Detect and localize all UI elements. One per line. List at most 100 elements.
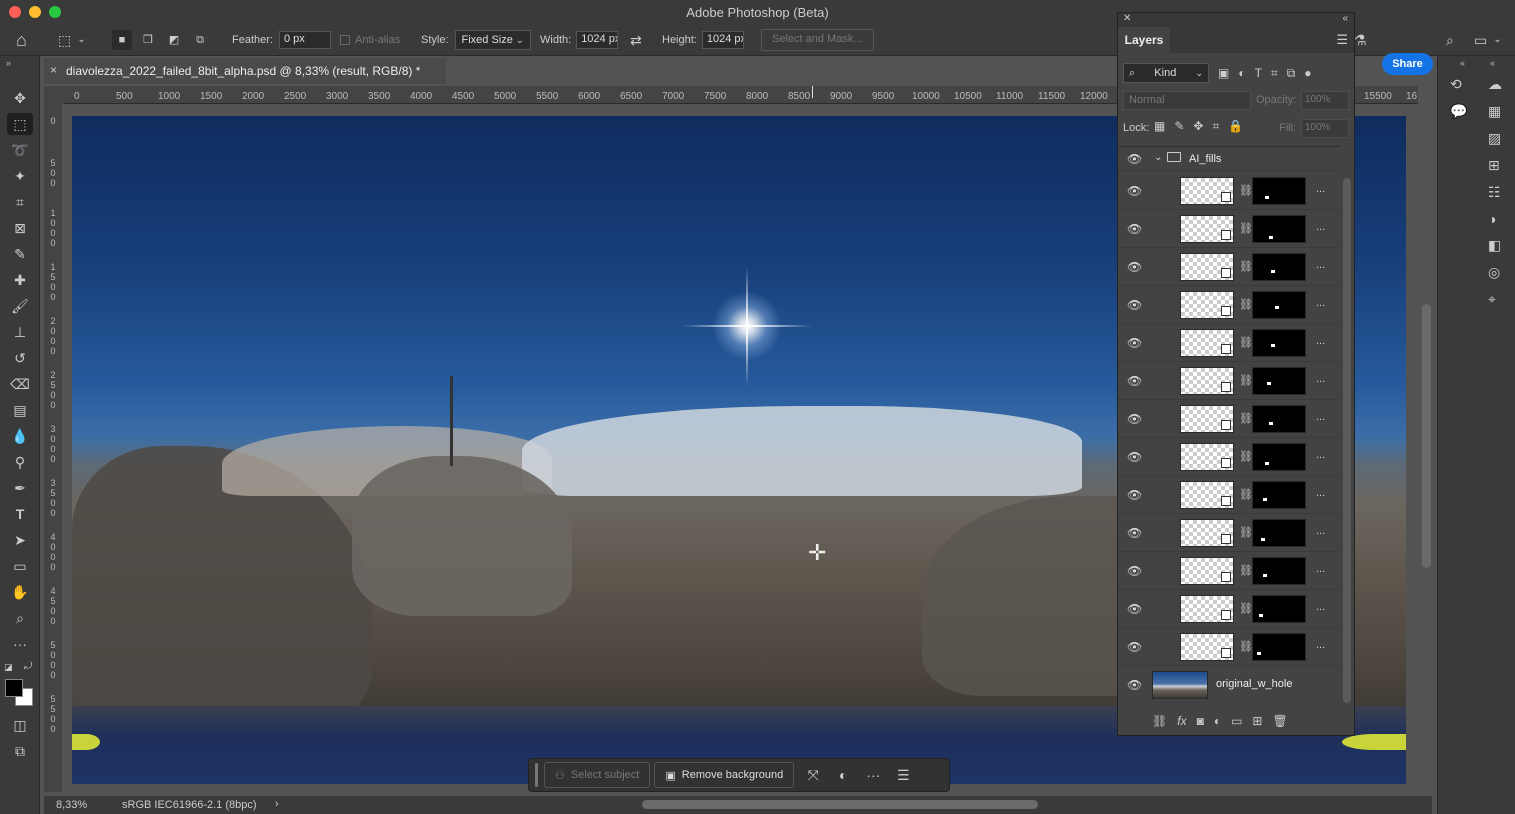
- magic-wand-tool-icon[interactable]: ✦: [7, 165, 33, 187]
- height-input[interactable]: 1024 px: [701, 31, 744, 49]
- layer-mask-thumbnail[interactable]: [1252, 519, 1306, 547]
- visibility-eye-icon[interactable]: 👁: [1127, 602, 1142, 616]
- layer-mask-thumbnail[interactable]: [1252, 291, 1306, 319]
- close-panel-icon[interactable]: ✕: [1123, 13, 1131, 24]
- select-subject-button[interactable]: ⚇ Select subject: [544, 762, 651, 788]
- layer-more-button[interactable]: ...: [1316, 335, 1325, 347]
- visibility-eye-icon[interactable]: 👁: [1127, 412, 1142, 426]
- layer-mask-thumbnail[interactable]: [1252, 215, 1306, 243]
- paths-icon[interactable]: ⌖: [1488, 291, 1502, 308]
- adjustment-icon[interactable]: ◐: [828, 762, 858, 788]
- mask-link-icon[interactable]: ⛓: [1239, 564, 1253, 577]
- filter-type-icon[interactable]: T: [1255, 66, 1262, 80]
- layer-more-button[interactable]: ...: [1316, 525, 1325, 537]
- layer-more-button[interactable]: ...: [1316, 183, 1325, 195]
- layer-more-button[interactable]: ...: [1316, 487, 1325, 499]
- visibility-eye-icon[interactable]: 👁: [1127, 678, 1142, 692]
- intersect-selection-button[interactable]: ⧉: [190, 30, 210, 50]
- close-document-icon[interactable]: ×: [50, 63, 57, 77]
- ruler-origin[interactable]: [44, 86, 64, 104]
- workspace-icon[interactable]: ▭ ⌄: [1474, 24, 1502, 56]
- filter-shape-icon[interactable]: ⌗: [1271, 66, 1278, 81]
- add-to-selection-button[interactable]: ❐: [138, 30, 158, 50]
- adjustments-icon[interactable]: ◑: [1488, 211, 1502, 227]
- path-selection-tool-icon[interactable]: ➤: [7, 529, 33, 551]
- visibility-eye-icon[interactable]: 👁: [1127, 222, 1142, 236]
- visibility-eye-icon[interactable]: 👁: [1127, 298, 1142, 312]
- layer-more-button[interactable]: ...: [1316, 601, 1325, 613]
- layer-more-button[interactable]: ...: [1316, 259, 1325, 271]
- visibility-eye-icon[interactable]: 👁: [1127, 336, 1142, 350]
- layer-mask-thumbnail[interactable]: [1252, 557, 1306, 585]
- layer-group-row[interactable]: 👁 ⌄ AI_fills: [1118, 147, 1340, 171]
- anti-alias-checkbox[interactable]: [340, 35, 350, 45]
- fill-input[interactable]: 100%: [1301, 119, 1349, 138]
- blur-tool-icon[interactable]: 💧: [7, 425, 33, 447]
- layer-row-original[interactable]: 👁 original_w_hole: [1118, 666, 1340, 704]
- layer-more-button[interactable]: ...: [1316, 639, 1325, 651]
- layer-row[interactable]: 👁 ⛓...: [1118, 438, 1340, 476]
- foreground-color-swatch[interactable]: [5, 679, 23, 697]
- layer-more-button[interactable]: ...: [1316, 411, 1325, 423]
- layer-more-button[interactable]: ...: [1316, 221, 1325, 233]
- layer-more-button[interactable]: ...: [1316, 297, 1325, 309]
- swap-dimensions-icon[interactable]: ⇄: [630, 24, 642, 56]
- brush-tool-icon[interactable]: 🖌: [7, 295, 33, 317]
- home-icon[interactable]: ⌂: [16, 24, 27, 56]
- feather-input[interactable]: 0 px: [278, 31, 331, 49]
- layer-row[interactable]: 👁 ⛓...: [1118, 628, 1340, 666]
- visibility-eye-icon[interactable]: 👁: [1127, 374, 1142, 388]
- layer-mask-thumbnail[interactable]: [1252, 595, 1306, 623]
- more-tools-icon[interactable]: ···: [7, 633, 33, 655]
- search-icon[interactable]: ⌕: [1446, 24, 1454, 56]
- new-layer-icon[interactable]: ⊞: [1252, 714, 1262, 728]
- comments-icon[interactable]: 💬: [1450, 103, 1467, 120]
- lock-artboard-icon[interactable]: ⌗: [1212, 119, 1219, 134]
- vertical-scrollbar[interactable]: [1422, 304, 1431, 568]
- mask-link-icon[interactable]: ⛓: [1239, 374, 1253, 387]
- screen-mode-icon[interactable]: ⧉: [7, 740, 33, 762]
- expand-toolbar-icon[interactable]: »: [6, 58, 11, 68]
- mask-link-icon[interactable]: ⛓: [1239, 488, 1253, 501]
- layer-mask-thumbnail[interactable]: [1252, 443, 1306, 471]
- crop-tool-icon[interactable]: ⌗: [7, 191, 33, 213]
- delete-layer-icon[interactable]: 🗑: [1272, 714, 1287, 728]
- visibility-eye-icon[interactable]: 👁: [1127, 152, 1142, 166]
- visibility-eye-icon[interactable]: 👁: [1127, 450, 1142, 464]
- visibility-eye-icon[interactable]: 👁: [1127, 564, 1142, 578]
- swap-colors-icon[interactable]: ⤾: [24, 661, 32, 672]
- filter-pixel-icon[interactable]: ▣: [1218, 66, 1229, 80]
- fx-icon[interactable]: fx: [1177, 714, 1186, 728]
- layer-row[interactable]: 👁 ⛓...: [1118, 286, 1340, 324]
- layer-row[interactable]: 👁 ⛓...: [1118, 552, 1340, 590]
- collapse-panel-icon[interactable]: «: [1342, 13, 1348, 24]
- mask-link-icon[interactable]: ⛓: [1239, 640, 1253, 653]
- layer-row[interactable]: 👁 ⛓...: [1118, 590, 1340, 628]
- horizontal-scrollbar[interactable]: [642, 800, 1038, 809]
- layer-mask-thumbnail[interactable]: [1252, 481, 1306, 509]
- collapse-dock-icon[interactable]: «: [1490, 58, 1495, 68]
- filter-kind-select[interactable]: ⌕ Kind ⌄: [1123, 63, 1209, 83]
- mask-link-icon[interactable]: ⛓: [1239, 412, 1253, 425]
- mask-link-icon[interactable]: ⛓: [1239, 602, 1253, 615]
- layer-mask-thumbnail[interactable]: [1252, 177, 1306, 205]
- collapse-dock-icon[interactable]: «: [1460, 58, 1465, 68]
- panel-menu-icon[interactable]: ☰: [1336, 32, 1348, 48]
- rectangle-tool-icon[interactable]: ▭: [7, 555, 33, 577]
- quick-mask-icon[interactable]: ◫: [7, 714, 33, 736]
- properties-icon[interactable]: ☷: [1488, 184, 1502, 201]
- visibility-eye-icon[interactable]: 👁: [1127, 260, 1142, 274]
- lock-transparency-icon[interactable]: ▦: [1154, 119, 1165, 134]
- history-brush-tool-icon[interactable]: ↺: [7, 347, 33, 369]
- layer-more-button[interactable]: ...: [1316, 373, 1325, 385]
- status-menu-icon[interactable]: ›: [275, 798, 279, 810]
- more-options-icon[interactable]: ···: [858, 762, 888, 788]
- layer-mask-thumbnail[interactable]: [1252, 633, 1306, 661]
- task-bar-grip[interactable]: [535, 763, 538, 787]
- layer-row[interactable]: 👁 ⛓...: [1118, 400, 1340, 438]
- frame-tool-icon[interactable]: ⊠: [7, 217, 33, 239]
- layer-mask-thumbnail[interactable]: [1252, 329, 1306, 357]
- color-icon[interactable]: ☁: [1488, 76, 1502, 93]
- layer-row[interactable]: 👁 ⛓...: [1118, 362, 1340, 400]
- add-mask-icon[interactable]: ◙: [1197, 714, 1204, 728]
